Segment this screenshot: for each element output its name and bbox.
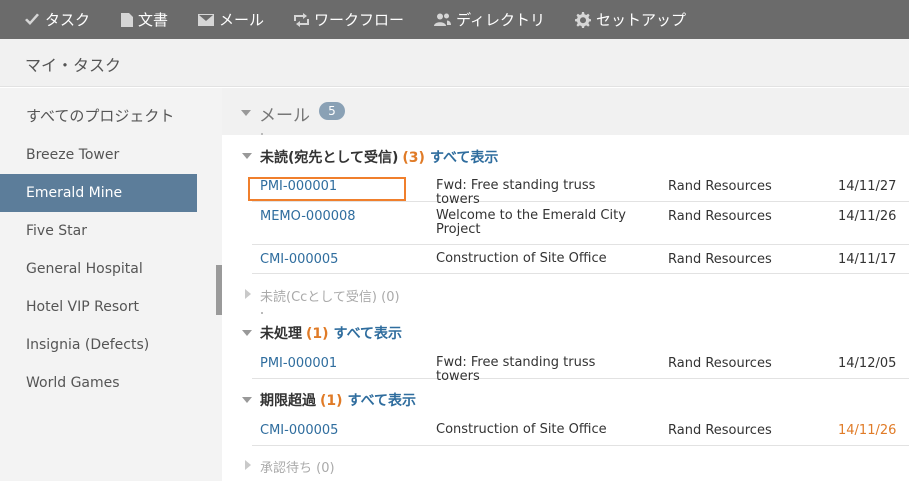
document-icon — [121, 12, 134, 27]
nav-mail[interactable]: メール — [198, 0, 264, 39]
nav-tasks[interactable]: タスク — [24, 0, 90, 39]
section-collapsed-arrow-icon[interactable] — [245, 289, 251, 299]
sidebar-item-world-games[interactable]: World Games — [0, 364, 197, 402]
nav-directory[interactable]: ディレクトリ — [434, 0, 545, 39]
check-icon — [25, 13, 39, 25]
section-count: (1) — [306, 326, 329, 342]
mail-sender: Rand Resources — [668, 252, 772, 267]
mail-title: メール — [259, 106, 310, 126]
workflow-icon — [294, 12, 310, 27]
sidebar-item-insignia-defects[interactable]: Insignia (Defects) — [0, 326, 197, 364]
section-unread-cc[interactable]: 未読(Ccとして受信) (0) — [260, 286, 400, 305]
mail-date: 14/11/27 — [838, 179, 897, 194]
mail-row[interactable]: CMI-000005 Construction of Site Office R… — [252, 245, 909, 274]
show-all-link[interactable]: すべて表示 — [348, 393, 416, 409]
mail-subject[interactable]: Welcome to the Emerald City Project — [436, 209, 626, 237]
nav-documents[interactable]: 文書 — [121, 0, 168, 39]
mail-row[interactable]: MEMO-000008 Welcome to the Emerald City … — [252, 202, 909, 245]
section-label: 承認待ち — [260, 461, 313, 476]
section-collapsed-arrow-icon[interactable] — [245, 460, 251, 470]
section-count: (1) — [320, 393, 343, 409]
nav-setup[interactable]: セットアップ — [575, 0, 686, 39]
envelope-icon — [198, 13, 215, 26]
section-label: 未処理 — [260, 326, 302, 342]
mail-sender: Rand Resources — [668, 423, 772, 438]
title-bar: マイ・タスク — [0, 39, 909, 87]
section-label: 期限超過 — [260, 393, 316, 409]
section-expand-arrow-icon[interactable] — [242, 153, 252, 159]
gear-icon — [575, 11, 592, 28]
spacer-dot — [261, 312, 263, 314]
show-all-link[interactable]: すべて表示 — [430, 150, 498, 166]
sidebar-item-emerald-mine[interactable]: Emerald Mine — [0, 174, 197, 212]
mail-sender: Rand Resources — [668, 356, 772, 371]
spacer-dot — [261, 133, 263, 135]
section-label: 未読(宛先として受信) — [260, 150, 399, 166]
page-title: マイ・タスク — [25, 56, 122, 75]
mail-sender: Rand Resources — [668, 209, 772, 224]
section-count: (0) — [316, 461, 335, 476]
project-sidebar: すべてのプロジェクト Breeze Tower Emerald Mine Fiv… — [0, 88, 222, 481]
mail-subject[interactable]: Construction of Site Office — [436, 252, 626, 266]
mail-date-overdue: 14/11/26 — [838, 423, 897, 438]
nav-directory-label: ディレクトリ — [456, 11, 546, 29]
nav-workflow[interactable]: ワークフロー — [294, 0, 404, 39]
mail-date: 14/11/26 — [838, 209, 897, 224]
nav-setup-label: セットアップ — [596, 11, 687, 29]
mail-row[interactable]: PMI-000001 Fwd: Free standing truss towe… — [252, 349, 909, 384]
nav-documents-label: 文書 — [138, 11, 169, 29]
section-label: 未読(Ccとして受信) — [260, 290, 377, 305]
section-count: (0) — [381, 290, 400, 305]
sidebar-item-breeze-tower[interactable]: Breeze Tower — [0, 136, 197, 174]
sidebar-item-all-projects[interactable]: すべてのプロジェクト — [26, 105, 174, 126]
mail-row[interactable]: CMI-000005 Construction of Site Office R… — [252, 416, 909, 446]
mail-id-link[interactable]: PMI-000001 — [260, 356, 337, 371]
section-expand-arrow-icon[interactable] — [242, 330, 252, 336]
section-count: (3) — [402, 150, 425, 166]
section-unprocessed: 未処理 (1) すべて表示 — [260, 323, 402, 343]
collapse-arrow-icon — [241, 110, 251, 116]
section-overdue: 期限超過 (1) すべて表示 — [260, 390, 416, 410]
nav-tasks-label: タスク — [45, 11, 91, 29]
mail-panel-header[interactable]: メール 5 — [222, 88, 909, 135]
mail-id-link[interactable]: CMI-000005 — [260, 423, 338, 438]
section-awaiting-approval[interactable]: 承認待ち (0) — [260, 457, 335, 476]
sidebar-item-general-hospital[interactable]: General Hospital — [0, 250, 197, 288]
section-expand-arrow-icon[interactable] — [242, 397, 252, 403]
mail-sender: Rand Resources — [668, 179, 772, 194]
selection-highlight — [248, 177, 406, 201]
people-icon — [434, 13, 452, 26]
mail-subject[interactable]: Fwd: Free standing truss towers — [436, 356, 626, 384]
section-unread-to: 未読(宛先として受信) (3) すべて表示 — [260, 147, 498, 167]
sidebar-item-five-star[interactable]: Five Star — [0, 212, 197, 250]
mail-id-link[interactable]: MEMO-000008 — [260, 209, 356, 224]
sidebar-item-hotel-vip-resort[interactable]: Hotel VIP Resort — [0, 288, 197, 326]
mail-id-link[interactable]: CMI-000005 — [260, 252, 338, 267]
nav-workflow-label: ワークフロー — [314, 11, 405, 29]
mail-subject[interactable]: Construction of Site Office — [436, 423, 626, 437]
mail-date: 14/12/05 — [838, 356, 897, 371]
top-navigation: タスク 文書 メール ワークフロー ディレクトリ セットアップ — [0, 0, 909, 39]
mail-date: 14/11/17 — [838, 252, 897, 267]
mail-count-badge: 5 — [319, 102, 345, 120]
show-all-link[interactable]: すべて表示 — [334, 326, 402, 342]
nav-mail-label: メール — [219, 11, 265, 29]
